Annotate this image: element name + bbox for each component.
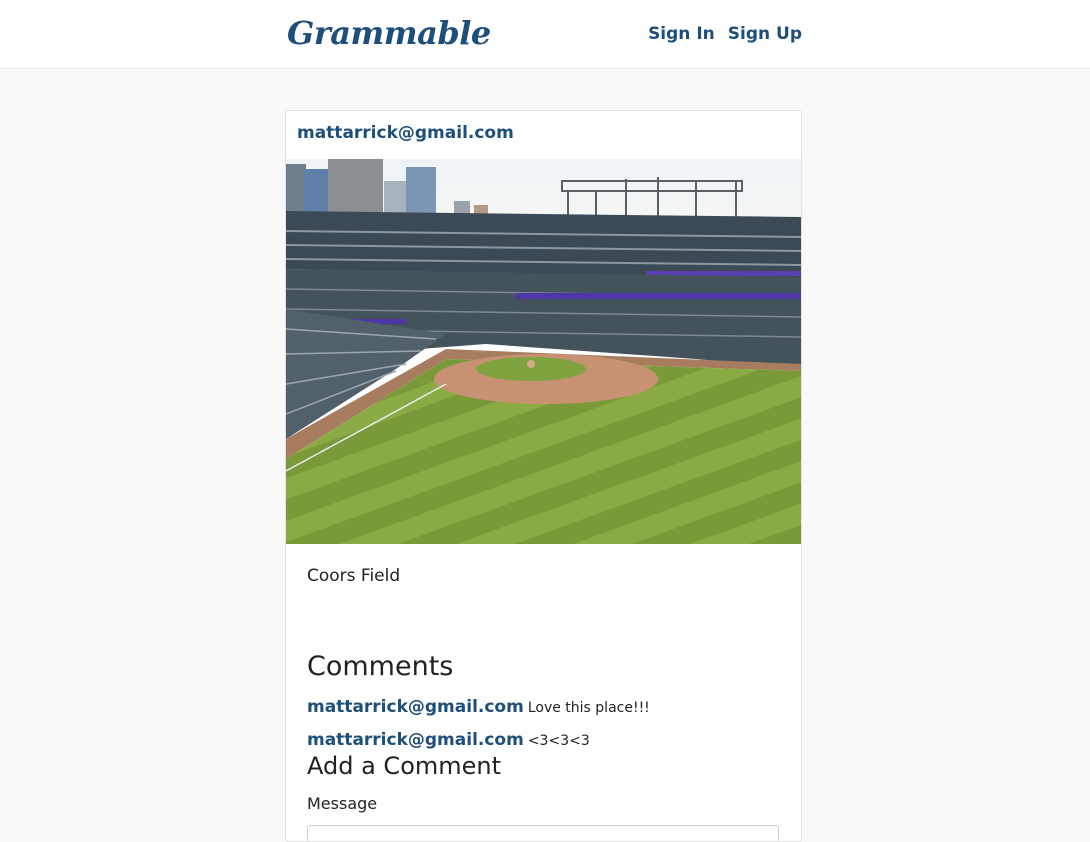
sign-in-link[interactable]: Sign In bbox=[648, 24, 715, 44]
message-input[interactable] bbox=[307, 825, 779, 841]
comment-text: <3<3<3 bbox=[527, 733, 590, 749]
nav-links: Sign In Sign Up bbox=[648, 24, 802, 44]
add-comment-heading: Add a Comment bbox=[307, 752, 502, 780]
post-card: mattarrick@gmail.com Coors Field Comment… bbox=[285, 110, 802, 842]
top-navbar: Grammable Sign In Sign Up bbox=[0, 0, 1090, 69]
post-caption: Coors Field bbox=[307, 566, 401, 586]
post-author[interactable]: mattarrick@gmail.com bbox=[297, 123, 514, 143]
message-label: Message bbox=[307, 794, 378, 813]
comment-item: mattarrick@gmail.com <3<3<3 bbox=[307, 730, 590, 750]
comment-author-link[interactable]: mattarrick@gmail.com bbox=[307, 697, 524, 717]
comment-author-link[interactable]: mattarrick@gmail.com bbox=[307, 730, 524, 750]
comment-text: Love this place!!! bbox=[527, 700, 650, 716]
sign-up-link[interactable]: Sign Up bbox=[728, 24, 802, 44]
brand-logo-link[interactable]: Grammable bbox=[287, 14, 491, 52]
comments-heading: Comments bbox=[307, 651, 454, 682]
post-photo bbox=[286, 159, 801, 544]
comment-item: mattarrick@gmail.com Love this place!!! bbox=[307, 697, 650, 717]
